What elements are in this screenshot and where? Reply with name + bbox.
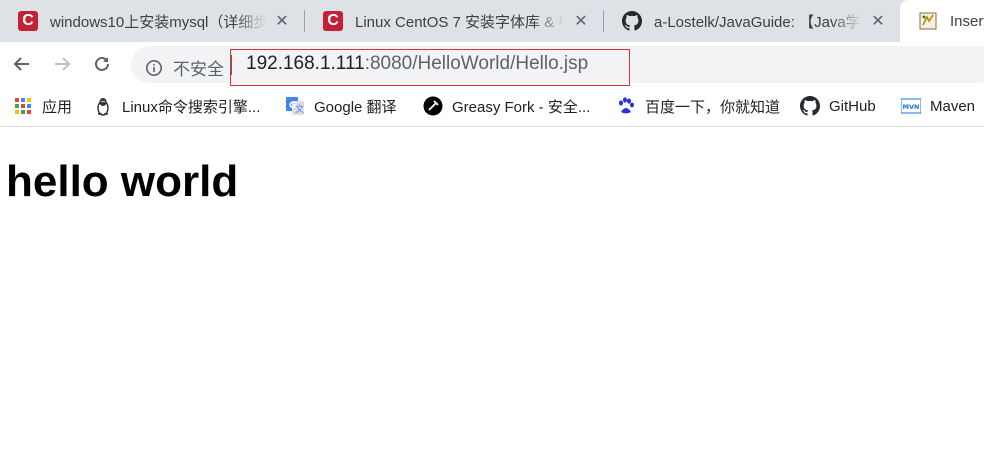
bookmark-maven[interactable]: MVN Maven [901, 95, 975, 117]
bookmark-label: Maven [930, 97, 976, 115]
security-indicator[interactable]: 不安全 [145, 55, 224, 80]
bookmark-apps[interactable]: 应用 [13, 95, 72, 117]
url-highlight-annotation [230, 49, 630, 86]
back-arrow-icon [13, 57, 29, 71]
bookmarks-bar: 应用 Linux命令搜索引擎... G文 Google 翻译 Greasy Fo… [0, 86, 984, 127]
page-icon [918, 11, 938, 31]
greasyfork-icon [423, 96, 443, 116]
tab-title: a-Lostelk/JavaGuide: 【Java学习+面试指南】 [654, 13, 862, 31]
baidu-paw-icon [616, 96, 636, 116]
csdn-icon: C [323, 11, 343, 31]
csdn-icon: C [18, 11, 38, 31]
close-icon[interactable]: ✕ [272, 11, 292, 31]
tab-title: Linux CentOS 7 安装字体库 & 中文字体 [355, 13, 565, 31]
tab-javaguide[interactable]: a-Lostelk/JavaGuide: 【Java学习+面试指南】 ✕ [604, 0, 900, 42]
github-icon [622, 11, 642, 31]
maven-icon: MVN [901, 96, 921, 116]
forward-arrow-icon [55, 57, 71, 71]
reload-icon [95, 56, 109, 71]
svg-text:MVN: MVN [903, 103, 920, 111]
bookmark-github[interactable]: GitHub [800, 95, 876, 117]
bookmark-label: GitHub [829, 97, 876, 115]
bookmark-label: Google 翻译 [314, 98, 397, 116]
tab-strip: C windows10上安装mysql（详细步骤） ✕ C Linux Cent… [0, 0, 984, 42]
tab-mysql[interactable]: C windows10上安装mysql（详细步骤） ✕ [0, 0, 304, 42]
close-icon[interactable]: ✕ [571, 11, 591, 31]
bookmark-label: 百度一下，你就知道 [645, 98, 781, 116]
github-icon [800, 96, 820, 116]
page-heading: hello world [6, 157, 239, 206]
tab-title: Insert title here [950, 12, 984, 30]
bookmark-label: 应用 [42, 98, 73, 116]
google-translate-icon: G文 [285, 96, 305, 116]
close-icon[interactable]: ✕ [868, 11, 888, 31]
apps-grid-icon [13, 96, 33, 116]
bookmark-baidu[interactable]: 百度一下，你就知道 [616, 95, 780, 117]
page-content: hello world [0, 127, 984, 473]
security-label: 不安全 [173, 60, 224, 79]
tab-title: windows10上安装mysql（详细步骤） [50, 13, 266, 31]
forward-button[interactable] [48, 50, 76, 78]
tab-active-insert-title[interactable]: Insert title here [900, 0, 984, 42]
svg-text:文: 文 [295, 103, 304, 115]
bookmark-linux-commands[interactable]: Linux命令搜索引擎... [93, 95, 260, 117]
reload-button[interactable] [88, 50, 116, 78]
bookmark-google-translate[interactable]: G文 Google 翻译 [285, 95, 397, 117]
tab-centos-fonts[interactable]: C Linux CentOS 7 安装字体库 & 中文字体 ✕ [305, 0, 603, 42]
info-icon [146, 59, 162, 76]
linux-penguin-icon [93, 96, 113, 116]
bookmark-greasy-fork[interactable]: Greasy Fork - 安全... [423, 95, 590, 117]
bookmark-label: Greasy Fork - 安全... [452, 98, 591, 116]
bookmark-label: Linux命令搜索引擎... [122, 98, 261, 116]
back-button[interactable] [8, 50, 36, 78]
